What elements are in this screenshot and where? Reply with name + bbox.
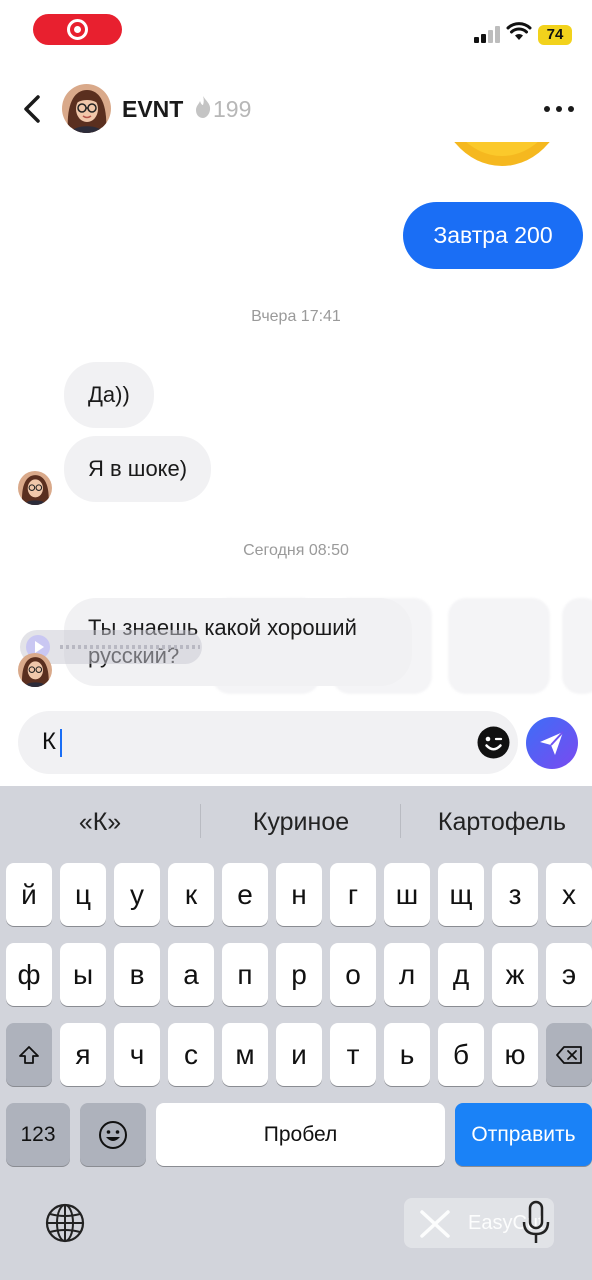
back-arrow-icon[interactable] <box>18 92 48 126</box>
key[interactable]: е <box>222 863 268 926</box>
key[interactable]: д <box>438 943 484 1006</box>
shift-key[interactable] <box>6 1023 52 1086</box>
key[interactable]: ш <box>384 863 430 926</box>
key[interactable]: ц <box>60 863 106 926</box>
suggestion-bar: «К» Куриное Картофель <box>0 786 592 858</box>
key[interactable]: с <box>168 1023 214 1086</box>
message-input[interactable] <box>42 725 442 759</box>
globe-icon[interactable] <box>44 1202 86 1244</box>
key[interactable]: у <box>114 863 160 926</box>
streak-count: 199 <box>213 96 252 122</box>
key[interactable]: м <box>222 1023 268 1086</box>
key[interactable]: р <box>276 943 322 1006</box>
backspace-key[interactable] <box>546 1023 592 1086</box>
key[interactable]: щ <box>438 863 484 926</box>
easycut-logo-icon <box>420 1210 450 1238</box>
contact-avatar-small[interactable] <box>18 653 52 687</box>
more-dots-icon[interactable] <box>544 104 576 114</box>
key[interactable]: я <box>60 1023 106 1086</box>
date-separator: Сегодня 08:50 <box>243 542 349 559</box>
microphone-icon[interactable] <box>520 1200 552 1246</box>
waveform <box>60 645 200 649</box>
text-caret <box>60 729 62 757</box>
numbers-key[interactable]: 123 <box>6 1103 70 1166</box>
key[interactable]: б <box>438 1023 484 1086</box>
blurred-attachment <box>448 598 550 694</box>
send-key[interactable]: Отправить <box>455 1103 592 1166</box>
contact-avatar-small[interactable] <box>18 471 52 505</box>
key[interactable]: ж <box>492 943 538 1006</box>
cellular-signal-icon <box>474 25 502 43</box>
emoji-keyboard-key[interactable] <box>80 1103 146 1166</box>
key[interactable]: ю <box>492 1023 538 1086</box>
emoji-key-icon <box>99 1120 127 1149</box>
key[interactable]: э <box>546 943 592 1006</box>
date-separator: Вчера 17:41 <box>251 308 341 325</box>
record-dot-icon <box>74 26 81 33</box>
key[interactable]: ф <box>6 943 52 1006</box>
key[interactable]: а <box>168 943 214 1006</box>
send-icon[interactable] <box>526 717 578 769</box>
play-triangle-icon <box>35 641 44 653</box>
outgoing-message[interactable]: Завтра 200 <box>403 202 583 269</box>
key[interactable]: т <box>330 1023 376 1086</box>
divider <box>200 804 201 838</box>
chat-header: EVNT 199 <box>0 76 592 142</box>
wifi-icon <box>506 22 532 40</box>
key[interactable]: п <box>222 943 268 1006</box>
key[interactable]: н <box>276 863 322 926</box>
divider <box>400 804 401 838</box>
incoming-message[interactable]: Я в шоке) <box>64 436 212 502</box>
shift-icon <box>19 1045 39 1064</box>
emoji-icon[interactable] <box>477 726 510 759</box>
key[interactable]: л <box>384 943 430 1006</box>
blurred-attachment <box>562 598 592 694</box>
contact-avatar[interactable] <box>62 84 111 133</box>
incoming-message[interactable]: Да)) <box>64 362 154 428</box>
key[interactable]: г <box>330 863 376 926</box>
status-bar: 74 <box>0 0 592 64</box>
backspace-icon <box>556 1045 582 1064</box>
key[interactable]: ь <box>384 1023 430 1086</box>
space-key[interactable]: Пробел <box>156 1103 445 1166</box>
key[interactable]: в <box>114 943 160 1006</box>
fire-icon <box>196 96 211 118</box>
message-list[interactable]: Завтра 200 Вчера 17:41 Да)) Я в шоке) Се… <box>0 142 592 710</box>
suggestion-item[interactable]: Картофель <box>426 808 578 837</box>
key[interactable]: ч <box>114 1023 160 1086</box>
key[interactable]: и <box>276 1023 322 1086</box>
key[interactable]: х <box>546 863 592 926</box>
key[interactable]: к <box>168 863 214 926</box>
key[interactable]: ы <box>60 943 106 1006</box>
suggestion-item[interactable]: «К» <box>60 808 140 837</box>
screen-recording-indicator[interactable] <box>33 14 122 45</box>
contact-name[interactable]: EVNT <box>122 96 183 123</box>
key[interactable]: й <box>6 863 52 926</box>
emoji-sticker[interactable] <box>436 142 568 186</box>
key[interactable]: о <box>330 943 376 1006</box>
battery-indicator: 74 <box>538 25 572 45</box>
suggestion-item[interactable]: Куриное <box>226 808 376 837</box>
key[interactable]: з <box>492 863 538 926</box>
message-composer[interactable] <box>18 711 518 774</box>
